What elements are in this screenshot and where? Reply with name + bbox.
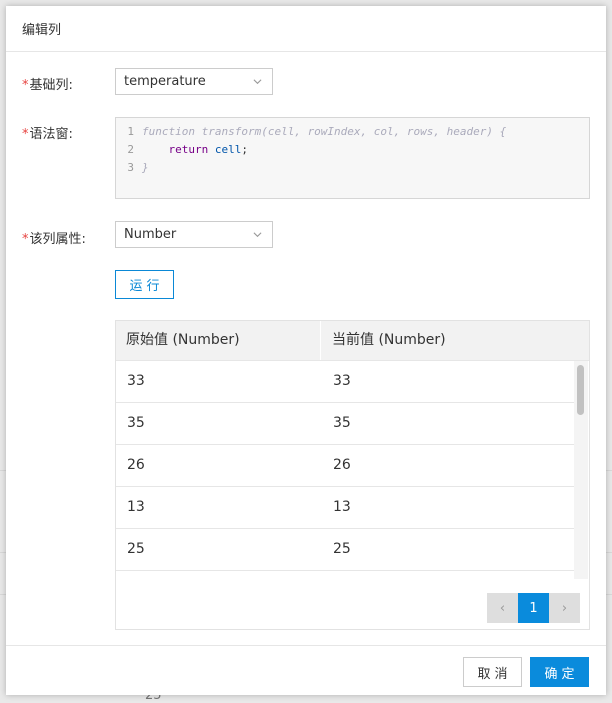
syntax-window-label-text: 语法窗: [29, 127, 73, 142]
cancel-button[interactable]: 取消 [463, 657, 522, 687]
column-property-label: *该列属性: [22, 228, 86, 247]
line-number: 1 [127, 125, 134, 138]
line-number: 2 [127, 143, 134, 156]
column-property-select[interactable]: Number [115, 221, 273, 248]
syntax-window-label: *语法窗: [22, 123, 73, 142]
code-line: 2 return cell; [116, 141, 248, 159]
base-column-label-text: 基础列: [29, 78, 73, 93]
dialog-title: 编辑列 [22, 23, 62, 38]
table-cell: 33 [127, 373, 145, 389]
column-property-value: Number [124, 227, 177, 242]
table-header: 原始值 (Number) 当前值 (Number) [116, 321, 589, 361]
table-scrollbar[interactable] [574, 361, 588, 579]
code-keyword: return [168, 143, 209, 156]
table-cell: 35 [127, 415, 145, 431]
code-punct: ; [241, 143, 248, 156]
dialog-header: 编辑列 [6, 6, 606, 52]
column-header-current: 当前值 (Number) [332, 332, 446, 348]
table-row: 35 35 [116, 403, 574, 445]
code-variable: cell [214, 143, 242, 156]
table-cell: 25 [333, 541, 351, 557]
chevron-down-icon [253, 232, 262, 238]
chevron-down-icon [253, 79, 262, 85]
table-cell: 25 [127, 541, 145, 557]
code-line: 3} [116, 159, 149, 177]
table-cell: 26 [333, 457, 351, 473]
table-cell: 13 [333, 499, 351, 515]
column-header-original: 原始值 (Number) [116, 321, 321, 360]
code-line: 1 function transform(cell, rowIndex, col,… [116, 123, 506, 141]
page-number-button[interactable]: 1 [518, 593, 549, 623]
base-column-label: *基础列: [22, 74, 73, 93]
required-mark: * [22, 78, 29, 93]
edit-column-dialog: 编辑列 *基础列: temperature *语法窗: 1 function tr… [6, 6, 606, 695]
required-mark: * [22, 232, 29, 247]
table-cell: 26 [127, 457, 145, 473]
table-row: 33 33 [116, 361, 574, 403]
dialog-footer: 取消 确定 [6, 645, 606, 695]
preview-table: 原始值 (Number) 当前值 (Number) 33 33 35 35 26… [115, 320, 590, 630]
table-cell: 13 [127, 499, 145, 515]
required-mark: * [22, 127, 29, 142]
line-number: 3 [127, 161, 134, 174]
base-column-value: temperature [124, 74, 206, 89]
next-page-button[interactable]: › [549, 593, 580, 623]
base-column-select[interactable]: temperature [115, 68, 273, 95]
prev-page-button[interactable]: ‹ [487, 593, 518, 623]
column-property-label-text: 该列属性: [29, 232, 86, 247]
table-row: 13 13 [116, 487, 574, 529]
scrollbar-thumb[interactable] [577, 365, 584, 415]
code-text: } [142, 161, 149, 174]
confirm-button[interactable]: 确定 [530, 657, 589, 687]
table-row: 25 25 [116, 529, 574, 571]
pagination: ‹ 1 › [487, 593, 580, 623]
table-body: 33 33 35 35 26 26 13 13 25 25 [116, 361, 574, 579]
table-cell: 35 [333, 415, 351, 431]
table-cell: 33 [333, 373, 351, 389]
code-text: function transform(cell, rowIndex, col, … [142, 125, 507, 138]
table-row: 26 26 [116, 445, 574, 487]
code-editor[interactable]: 1 function transform(cell, rowIndex, col,… [115, 117, 590, 199]
run-button[interactable]: 运行 [115, 270, 174, 299]
